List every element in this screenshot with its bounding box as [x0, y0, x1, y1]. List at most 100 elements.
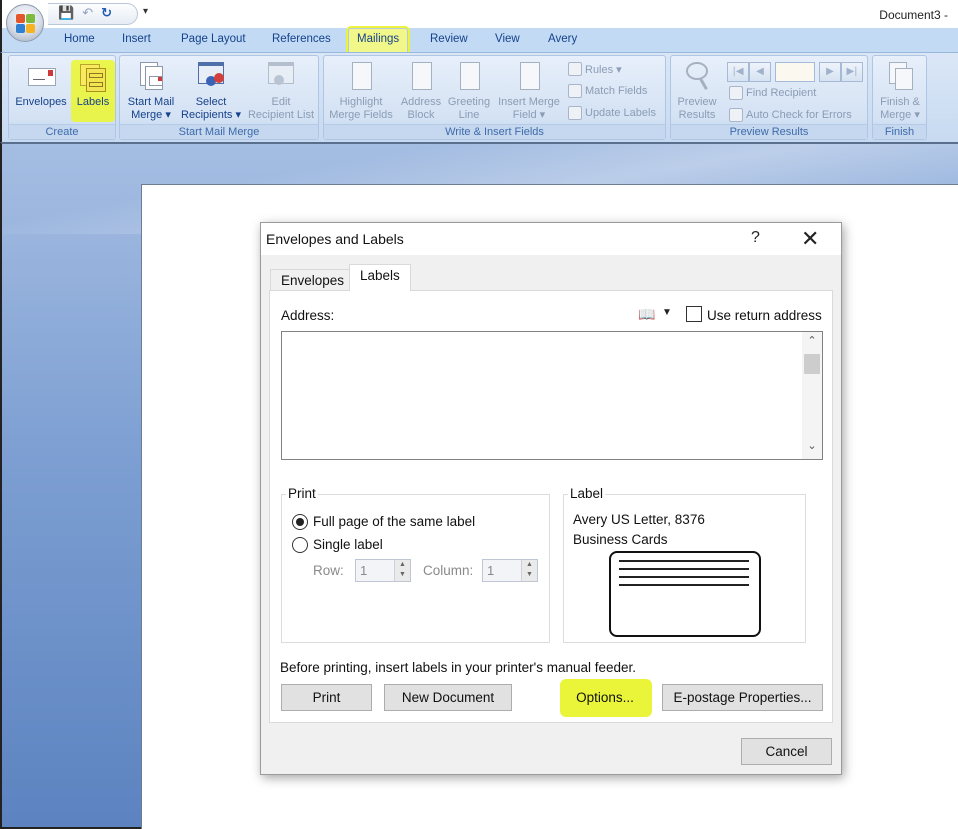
full-page-label: Full page of the same label	[313, 514, 476, 529]
use-return-address-label: Use return address	[707, 308, 822, 323]
start-mail-merge-button[interactable]: Start Mail Merge ▾	[122, 60, 180, 122]
start-mail-merge-label-2: Merge ▾	[131, 109, 171, 121]
tab-home[interactable]: Home	[64, 33, 95, 45]
column-up-icon[interactable]: ▲	[522, 560, 537, 570]
record-number-input[interactable]	[775, 62, 815, 82]
full-page-radio[interactable]	[292, 514, 308, 530]
edit-recipient-list-button[interactable]: Edit Recipient List	[244, 60, 318, 122]
tab-view[interactable]: View	[495, 33, 520, 45]
options-button[interactable]: Options...	[564, 684, 646, 711]
find-recipient-button[interactable]: Find Recipient	[729, 86, 816, 100]
first-record-button[interactable]: |◀	[727, 62, 749, 82]
tab-avery[interactable]: Avery	[548, 33, 577, 45]
save-icon[interactable]: 💾	[58, 7, 74, 21]
greeting-line-label-2: Line	[458, 109, 480, 121]
ribbon-tabs: Home Insert Page Layout References Maili…	[0, 28, 958, 54]
address-block-button[interactable]: Address Block	[398, 60, 444, 122]
address-block-label-1: Address	[400, 96, 442, 108]
highlight-merge-fields-label-2: Merge Fields	[329, 109, 393, 121]
last-record-button[interactable]: ▶|	[841, 62, 863, 82]
auto-check-errors-button[interactable]: Auto Check for Errors	[729, 108, 852, 122]
card-line	[619, 576, 749, 578]
cancel-button[interactable]: Cancel	[741, 738, 832, 765]
labels-button[interactable]: Labels	[71, 60, 115, 109]
previous-record-button[interactable]: ◀	[749, 62, 771, 82]
row-spinner[interactable]: 1 ▲ ▼	[355, 559, 411, 582]
scroll-thumb[interactable]	[804, 354, 820, 374]
address-book-icon[interactable]: 📖	[638, 306, 655, 323]
help-button[interactable]: ?	[751, 229, 760, 247]
tab-insert[interactable]: Insert	[122, 33, 151, 45]
preview-results-button[interactable]: Preview Results	[673, 60, 721, 122]
labels-label: Labels	[76, 96, 110, 108]
print-button[interactable]: Print	[281, 684, 372, 711]
close-button[interactable]: ✕	[801, 226, 819, 252]
group-write-insert-fields: Highlight Merge Fields Address Block Gre…	[323, 55, 666, 140]
card-line	[619, 584, 749, 586]
feeder-note: Before printing, insert labels in your p…	[280, 660, 637, 675]
match-fields-label: Match Fields	[585, 85, 648, 97]
single-label-radio[interactable]	[292, 537, 308, 553]
redo-icon[interactable]: ↻	[101, 7, 112, 21]
print-legend: Print	[286, 486, 318, 501]
row-value: 1	[360, 563, 368, 578]
label-vendor-product: Avery US Letter, 8376	[573, 512, 705, 527]
match-fields-icon	[568, 84, 582, 98]
group-label-start-mail-merge: Start Mail Merge	[120, 124, 318, 139]
address-book-dropdown-icon[interactable]: ▼	[662, 307, 672, 318]
auto-check-label: Auto Check for Errors	[746, 109, 852, 121]
insert-merge-field-button[interactable]: Insert Merge Field ▾	[494, 60, 564, 122]
label-legend: Label	[568, 486, 606, 501]
address-label: Address:	[281, 308, 335, 323]
insert-merge-field-label-2: Field ▾	[512, 109, 546, 121]
tab-labels[interactable]: Labels	[349, 264, 411, 291]
insert-merge-field-label-1: Insert Merge	[498, 96, 560, 108]
row-down-icon[interactable]: ▼	[395, 570, 410, 580]
highlight-merge-fields-label-1: Highlight	[339, 96, 383, 108]
find-recipient-icon	[729, 86, 743, 100]
preview-results-label-2: Results	[678, 109, 716, 121]
tab-envelopes-label: Envelopes	[281, 273, 345, 288]
column-spinner[interactable]: 1 ▲ ▼	[482, 559, 538, 582]
undo-icon[interactable]: ↶	[82, 7, 93, 21]
label-type: Business Cards	[573, 532, 668, 547]
tab-page-layout[interactable]: Page Layout	[181, 33, 246, 45]
greeting-line-icon	[454, 60, 484, 92]
office-button[interactable]	[6, 4, 44, 42]
new-document-button[interactable]: New Document	[384, 684, 512, 711]
scroll-down-icon[interactable]: ⌄	[802, 439, 822, 457]
update-labels-button[interactable]: Update Labels	[568, 106, 656, 120]
envelopes-button[interactable]: Envelopes	[13, 60, 69, 109]
tab-review[interactable]: Review	[430, 33, 468, 45]
highlight-merge-fields-button[interactable]: Highlight Merge Fields	[326, 60, 396, 122]
tab-labels-label: Labels	[360, 268, 400, 283]
row-up-icon[interactable]: ▲	[395, 560, 410, 570]
scroll-up-icon[interactable]: ⌃	[802, 334, 822, 352]
select-recipients-button[interactable]: Select Recipients ▾	[178, 60, 244, 122]
next-record-button[interactable]: ▶	[819, 62, 841, 82]
office-logo-icon	[16, 14, 36, 34]
dialog-title: Envelopes and Labels	[266, 231, 404, 247]
business-card-preview-icon[interactable]	[609, 551, 761, 637]
ribbon: Envelopes Labels Create Start Mail Merge…	[0, 52, 958, 142]
card-line	[619, 568, 749, 570]
rules-button[interactable]: Rules ▾	[568, 62, 622, 76]
use-return-address-checkbox[interactable]	[686, 306, 702, 322]
address-scrollbar[interactable]: ⌃ ⌄	[802, 332, 822, 459]
customize-qat-button[interactable]: ▾	[143, 6, 148, 17]
tab-mailings[interactable]: Mailings	[348, 28, 409, 54]
greeting-line-button[interactable]: Greeting Line	[444, 60, 494, 122]
match-fields-button[interactable]: Match Fields	[568, 84, 647, 98]
update-labels-icon	[568, 106, 582, 120]
address-textarea[interactable]	[281, 331, 823, 460]
column-down-icon[interactable]: ▼	[522, 570, 537, 580]
card-line	[619, 560, 749, 562]
edit-recipient-list-label-1: Edit	[271, 96, 291, 108]
label-group[interactable]: Label Avery US Letter, 8376 Business Car…	[563, 486, 806, 643]
tab-references[interactable]: References	[272, 33, 331, 45]
single-label-label: Single label	[313, 537, 383, 552]
finish-merge-button[interactable]: Finish & Merge ▾	[875, 60, 925, 122]
row-spinner-buttons: ▲ ▼	[394, 560, 410, 581]
epostage-properties-button[interactable]: E-postage Properties...	[662, 684, 823, 711]
select-recipients-label-1: Select	[195, 96, 227, 108]
